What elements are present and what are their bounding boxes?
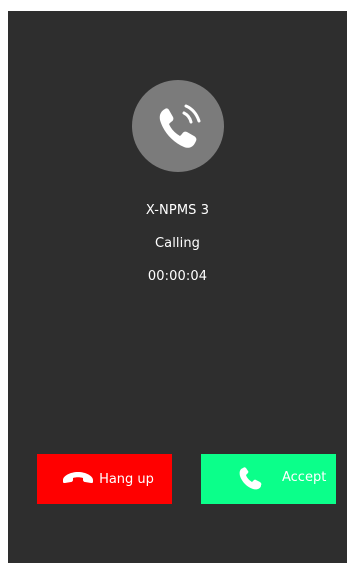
phone-icon: [237, 466, 263, 496]
caller-name: X-NPMS 3: [145, 203, 210, 218]
call-screen: X-NPMS 3 Calling 00:00:04 Hang up Accept: [8, 11, 347, 563]
accept-button[interactable]: Accept: [201, 454, 336, 504]
caller-avatar: [132, 80, 224, 172]
hangup-label: Hang up: [99, 471, 154, 487]
phone-ringing-icon: [159, 104, 201, 148]
hangup-button[interactable]: Hang up: [37, 454, 172, 504]
call-status: Calling: [154, 236, 201, 251]
phone-down-icon: [61, 470, 95, 488]
accept-label: Accept: [282, 470, 327, 485]
call-timer: 00:00:04: [147, 269, 208, 284]
